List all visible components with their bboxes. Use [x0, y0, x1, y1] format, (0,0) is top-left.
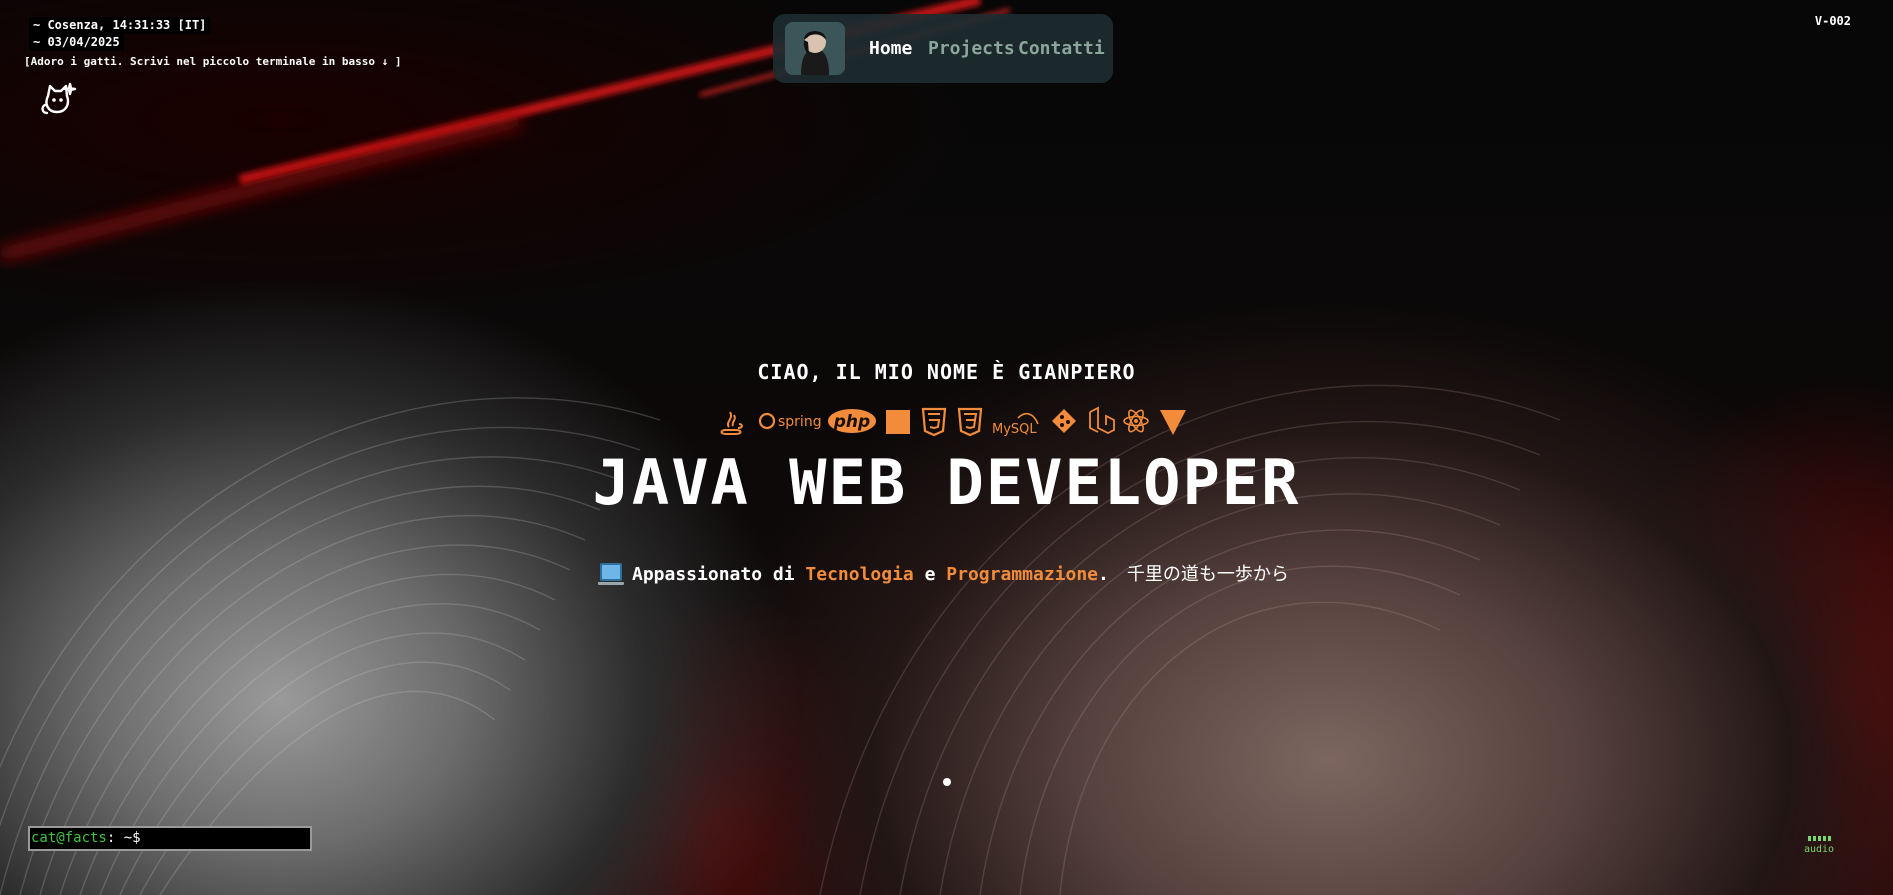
- laravel-icon: [1089, 406, 1115, 435]
- spring-icon: spring: [758, 412, 822, 430]
- mysql-label: MySQL: [992, 422, 1037, 437]
- mysql-icon: MySQL: [992, 412, 1039, 437]
- tech-stack-icons: spring php MySQL: [720, 406, 1186, 437]
- audio-label: audio: [1803, 844, 1835, 855]
- html5-icon: [921, 407, 947, 437]
- greeting-heading: CIAO, IL MIO NOME È GIANPIERO: [757, 360, 1136, 384]
- cat-icon: [41, 82, 77, 115]
- react-icon: [1123, 409, 1149, 433]
- php-label: php: [833, 412, 870, 432]
- square-icon: [886, 410, 910, 434]
- spring-label: spring: [778, 414, 822, 430]
- role-headline: JAVA WEB DEVELOPER: [592, 446, 1301, 519]
- date-text: ~ 03/04/2025: [29, 34, 124, 51]
- git-icon: [1052, 409, 1076, 433]
- audio-toggle[interactable]: audio: [1802, 836, 1836, 855]
- laptop-icon: [598, 563, 624, 585]
- java-icon: [720, 411, 743, 435]
- mini-terminal-input[interactable]: cat@facts: ~$: [28, 826, 312, 851]
- tagline-programming: Programmazione: [946, 564, 1098, 585]
- css3-icon: [957, 407, 983, 437]
- terminal-user: cat@facts: [31, 830, 107, 846]
- tagline-and: e: [913, 564, 947, 585]
- php-icon: php: [828, 409, 876, 433]
- tagline-period: .: [1098, 564, 1109, 585]
- vite-icon: [1160, 410, 1186, 435]
- top-navigation: Home Projects Contatti: [773, 14, 1113, 83]
- terminal-prompt: : ~$: [106, 830, 141, 846]
- scroll-indicator-dot[interactable]: [943, 778, 951, 786]
- cat-hint-text: [Adoro i gatti. Scrivi nel piccolo termi…: [24, 55, 402, 68]
- date-label: ~ 03/04/2025: [29, 31, 124, 51]
- nav-contatti-link[interactable]: Contatti: [1018, 38, 1105, 59]
- audio-bars-icon: [1802, 836, 1836, 842]
- tagline-japanese-proverb: 千里の道も一歩から: [1126, 564, 1289, 585]
- nav-projects-link[interactable]: Projects: [928, 38, 1015, 59]
- tagline-prefix: Appassionato di: [632, 564, 806, 585]
- avatar[interactable]: [785, 22, 845, 75]
- tagline-technology: Tecnologia: [805, 564, 914, 585]
- nav-home-link[interactable]: Home: [869, 38, 912, 59]
- hero-background: ~ Cosenza, 14:31:33 [IT] ~ 03/04/2025 [A…: [0, 0, 1893, 895]
- version-label: V-002: [1814, 14, 1851, 28]
- avatar-image: [785, 22, 845, 75]
- tagline: Appassionato di Tecnologia e Programmazi…: [598, 560, 1289, 586]
